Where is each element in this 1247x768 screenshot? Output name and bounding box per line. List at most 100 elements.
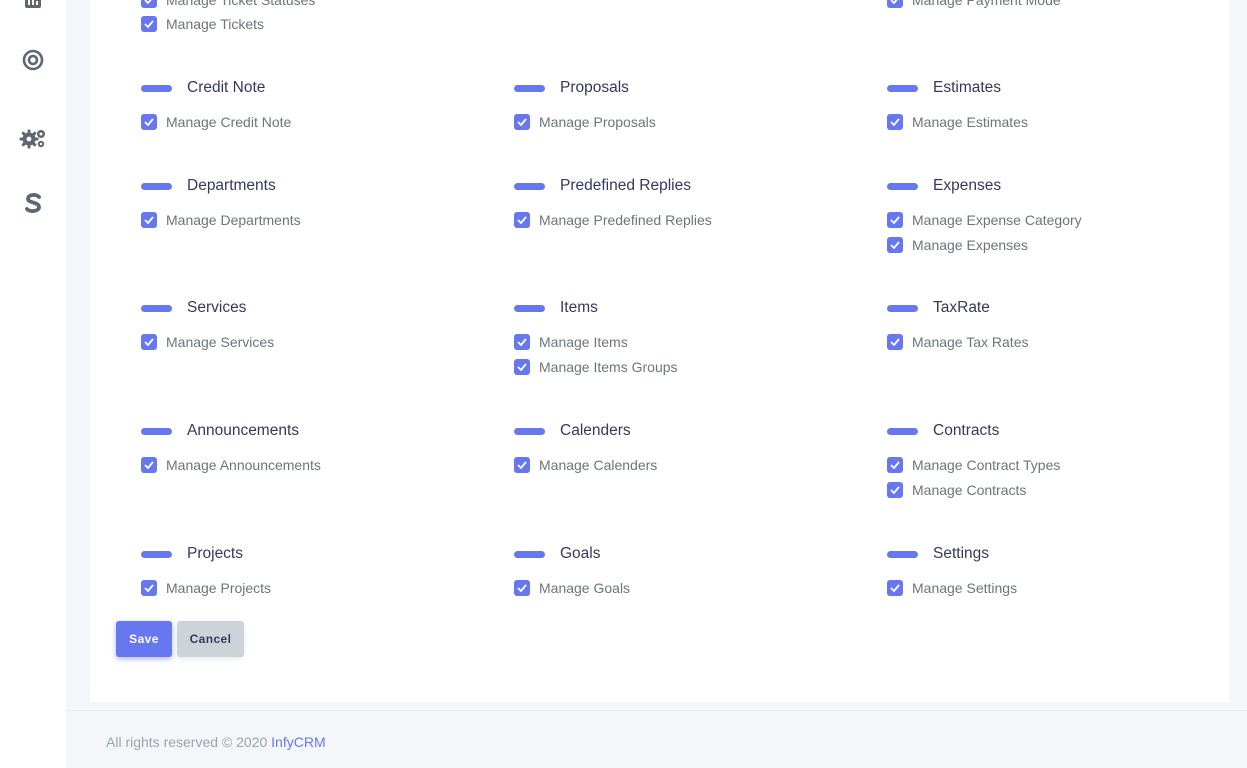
- checkbox-checked-icon[interactable]: [141, 457, 157, 473]
- checkbox-checked-icon[interactable]: [514, 580, 530, 596]
- permission-label: Manage Estimates: [912, 114, 1028, 130]
- permission-item[interactable]: Manage Expenses: [887, 237, 1028, 253]
- checkbox-checked-icon[interactable]: [514, 334, 530, 350]
- checkbox-checked-icon[interactable]: [141, 334, 157, 350]
- permission-label: Manage Projects: [166, 580, 272, 596]
- checkbox-checked-icon[interactable]: [887, 457, 903, 473]
- group-heading: Expenses: [887, 176, 1001, 196]
- permission-item[interactable]: Manage Proposals: [514, 114, 656, 130]
- group-heading: Credit Note: [141, 78, 265, 98]
- permission-label: Manage Announcements: [166, 457, 321, 473]
- group-title: TaxRate: [933, 299, 990, 316]
- permission-label: Manage Contract Types: [912, 457, 1061, 473]
- permission-item-tickets[interactable]: Manage Tickets: [141, 16, 264, 32]
- checkbox-checked-icon[interactable]: [887, 0, 903, 8]
- permission-label: Manage Calenders: [539, 457, 658, 473]
- permission-label: Manage Credit Note: [166, 114, 292, 130]
- permission-item[interactable]: Manage Estimates: [887, 114, 1028, 130]
- permission-label: Manage Tickets: [166, 16, 265, 32]
- permission-label: Manage Predefined Replies: [539, 212, 712, 228]
- group-heading: Predefined Replies: [514, 176, 691, 196]
- group-title: Proposals: [560, 79, 629, 96]
- permission-item[interactable]: Manage Predefined Replies: [514, 212, 712, 228]
- group-title: Settings: [933, 545, 990, 562]
- sidebar: [0, 0, 66, 768]
- group-heading: TaxRate: [887, 298, 990, 318]
- group-heading: Projects: [141, 544, 243, 564]
- checkbox-checked-icon[interactable]: [887, 237, 903, 253]
- group-indicator: [887, 427, 918, 435]
- permission-item[interactable]: Manage Credit Note: [141, 114, 291, 130]
- group-title: Contracts: [933, 422, 1000, 439]
- group-indicator: [141, 550, 172, 558]
- permission-item[interactable]: Manage Items Groups: [514, 359, 678, 375]
- group-title: Expenses: [933, 177, 1002, 194]
- permission-item[interactable]: Manage Items: [514, 334, 628, 350]
- group-heading: Goals: [514, 544, 601, 564]
- permission-item[interactable]: Manage Contract Types: [887, 457, 1060, 473]
- checkbox-checked-icon[interactable]: [514, 114, 530, 130]
- group-indicator: [514, 182, 545, 190]
- target-icon[interactable]: [19, 46, 47, 74]
- checkbox-checked-icon[interactable]: [887, 114, 903, 130]
- group-heading: Contracts: [887, 421, 999, 441]
- permission-item[interactable]: Manage Calenders: [514, 457, 657, 473]
- group-title: Calenders: [560, 422, 631, 439]
- permission-item[interactable]: Manage Announcements: [141, 457, 321, 473]
- footer-divider: [66, 710, 1247, 711]
- group-heading: Estimates: [887, 78, 1001, 98]
- group-heading: Announcements: [141, 421, 299, 441]
- footer-copyright: All rights reserved © 2020: [106, 734, 268, 750]
- permission-item[interactable]: Manage Settings: [887, 580, 1017, 596]
- permission-label: Manage Settings: [912, 580, 1018, 596]
- permission-label: Manage Proposals: [539, 114, 656, 130]
- checkbox-checked-icon[interactable]: [141, 0, 157, 8]
- group-indicator: [514, 427, 545, 435]
- checkbox-checked-icon[interactable]: [887, 334, 903, 350]
- group-heading: Items: [514, 298, 598, 318]
- checkbox-checked-icon[interactable]: [141, 580, 157, 596]
- checkbox-checked-icon[interactable]: [514, 359, 530, 375]
- footer-brand-link[interactable]: InfyCRM: [271, 734, 325, 750]
- save-button[interactable]: Save: [116, 621, 172, 657]
- group-indicator: [141, 304, 172, 312]
- permission-item[interactable]: Manage Projects: [141, 580, 271, 596]
- permission-label: Manage Goals: [539, 580, 631, 596]
- gears-icon[interactable]: [19, 124, 47, 152]
- checkbox-checked-icon[interactable]: [141, 16, 157, 32]
- checkbox-checked-icon[interactable]: [887, 212, 903, 228]
- checkbox-checked-icon[interactable]: [887, 482, 903, 498]
- cancel-button[interactable]: Cancel: [177, 621, 244, 657]
- group-heading: Departments: [141, 176, 276, 196]
- group-indicator: [887, 182, 918, 190]
- permission-label: Manage Items Groups: [539, 359, 678, 375]
- permission-item[interactable]: Manage Goals: [514, 580, 630, 596]
- permission-label: Manage Tax Rates: [912, 334, 1029, 350]
- permission-item[interactable]: Manage Contracts: [887, 482, 1026, 498]
- chart-icon[interactable]: [19, 0, 47, 14]
- permission-item-payment-mode[interactable]: Manage Payment Mode: [887, 0, 1061, 8]
- permission-label: Manage Departments: [166, 212, 301, 228]
- footer: All rights reserved © 2020 InfyCRM: [106, 734, 326, 750]
- checkbox-checked-icon[interactable]: [141, 114, 157, 130]
- group-indicator: [141, 84, 172, 92]
- group-title: Items: [560, 299, 598, 316]
- permission-item[interactable]: Manage Expense Category: [887, 212, 1082, 228]
- group-title: Goals: [560, 545, 601, 562]
- group-heading: Proposals: [514, 78, 629, 98]
- group-title: Projects: [187, 545, 243, 562]
- group-indicator: [514, 304, 545, 312]
- permission-item[interactable]: Manage Departments: [141, 212, 301, 228]
- checkbox-checked-icon[interactable]: [514, 457, 530, 473]
- permission-item-ticket-statuses[interactable]: Manage Ticket Statuses: [141, 0, 315, 8]
- group-indicator: [514, 84, 545, 92]
- checkbox-checked-icon[interactable]: [514, 212, 530, 228]
- permission-item[interactable]: Manage Services: [141, 334, 274, 350]
- group-title: Announcements: [187, 422, 300, 439]
- permission-label: Manage Contracts: [912, 482, 1027, 498]
- group-indicator: [887, 84, 918, 92]
- checkbox-checked-icon[interactable]: [887, 580, 903, 596]
- checkbox-checked-icon[interactable]: [141, 212, 157, 228]
- dollar-s-icon[interactable]: [19, 189, 47, 217]
- permission-item[interactable]: Manage Tax Rates: [887, 334, 1028, 350]
